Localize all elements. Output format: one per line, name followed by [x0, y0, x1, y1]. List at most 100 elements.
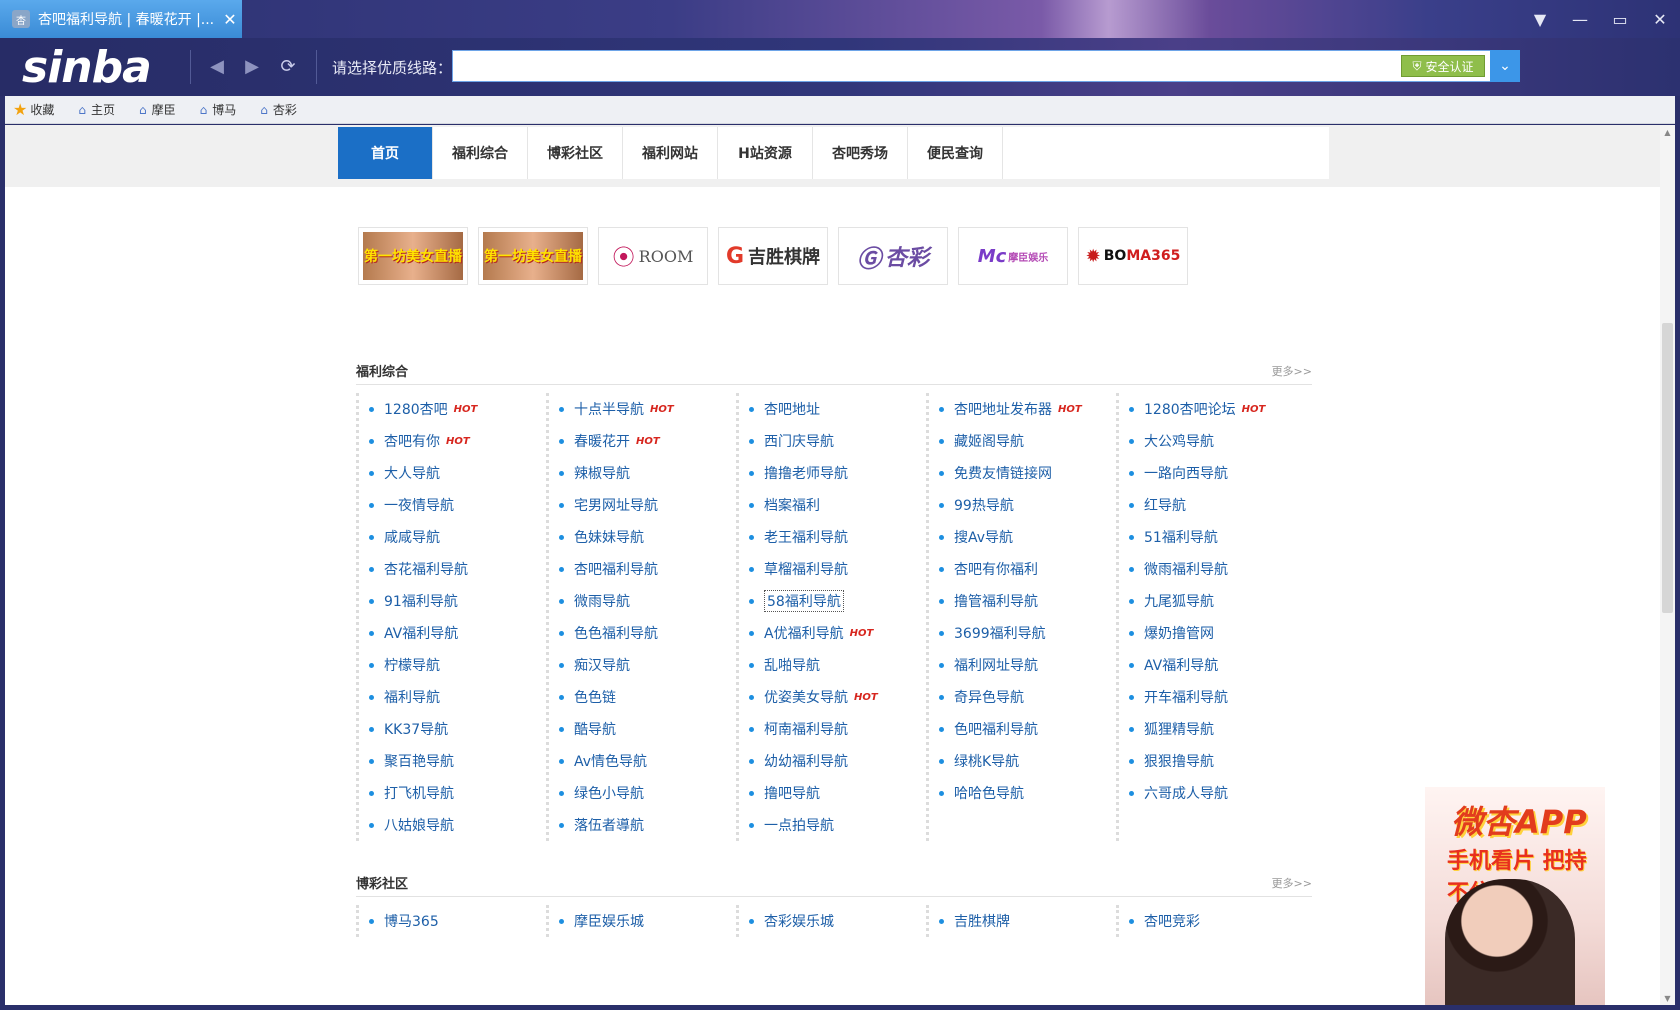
- nav-link[interactable]: 1280杏吧论坛 HOT: [1119, 393, 1306, 425]
- nav-link[interactable]: 咸咸导航: [359, 521, 546, 553]
- nav-tab-utility[interactable]: 便民查询: [908, 127, 1003, 179]
- nav-link[interactable]: 博马365: [359, 905, 546, 937]
- nav-link[interactable]: 吉胜棋牌: [929, 905, 1116, 937]
- nav-link[interactable]: 老王福利导航: [739, 521, 926, 553]
- nav-link[interactable]: 微雨导航: [549, 585, 736, 617]
- nav-link[interactable]: 六哥成人导航: [1119, 777, 1306, 809]
- nav-link[interactable]: 福利网址导航: [929, 649, 1116, 681]
- nav-link[interactable]: 柯南福利导航: [739, 713, 926, 745]
- nav-link[interactable]: 幼幼福利导航: [739, 745, 926, 777]
- more-link[interactable]: 更多>>: [1272, 875, 1312, 891]
- nav-link[interactable]: 撸撸老师导航: [739, 457, 926, 489]
- nav-link[interactable]: 大公鸡导航: [1119, 425, 1306, 457]
- nav-link[interactable]: KK37导航: [359, 713, 546, 745]
- nav-link[interactable]: 柠檬导航: [359, 649, 546, 681]
- nav-link[interactable]: 落伍者導航: [549, 809, 736, 841]
- nav-link[interactable]: AV福利导航: [359, 617, 546, 649]
- nav-tab-websites[interactable]: 福利网站: [623, 127, 718, 179]
- nav-tab-show[interactable]: 杏吧秀场: [813, 127, 908, 179]
- browser-tab-active[interactable]: 杏 杏吧福利导航 | 春暖花开 |... ✕: [0, 0, 242, 38]
- ad-room[interactable]: ⦿ ROOM: [598, 227, 708, 285]
- nav-link[interactable]: 乱啪导航: [739, 649, 926, 681]
- address-bar[interactable]: ⛨ 安全认证 ⌄: [452, 50, 1520, 82]
- nav-link[interactable]: 开车福利导航: [1119, 681, 1306, 713]
- ad-mochen[interactable]: Mc 摩臣娱乐: [958, 227, 1068, 285]
- ad-jisheng[interactable]: G 吉胜棋牌: [718, 227, 828, 285]
- nav-link[interactable]: 51福利导航: [1119, 521, 1306, 553]
- favorite-item-xingcai[interactable]: ⌂ 杏彩: [260, 101, 297, 118]
- nav-link[interactable]: 宅男网址导航: [549, 489, 736, 521]
- nav-link[interactable]: AV福利导航: [1119, 649, 1306, 681]
- nav-link[interactable]: 杏吧福利导航: [549, 553, 736, 585]
- menu-dropdown-icon[interactable]: ▼: [1520, 0, 1560, 38]
- nav-link[interactable]: 撸管福利导航: [929, 585, 1116, 617]
- nav-link[interactable]: 打飞机导航: [359, 777, 546, 809]
- vertical-scrollbar[interactable]: ▲ ▼: [1660, 125, 1675, 1005]
- nav-link[interactable]: 春暖花开 HOT: [549, 425, 736, 457]
- side-app-ad[interactable]: 微杏APP 手机看片 把持不住: [1425, 787, 1605, 1005]
- nav-link[interactable]: 杏彩娱乐城: [739, 905, 926, 937]
- nav-link[interactable]: 撸吧导航: [739, 777, 926, 809]
- ad-live-stream-1[interactable]: 第一坊美女直播: [358, 227, 468, 285]
- close-window-icon[interactable]: ✕: [1640, 0, 1680, 38]
- nav-link[interactable]: 福利导航: [359, 681, 546, 713]
- nav-link[interactable]: 藏姬阁导航: [929, 425, 1116, 457]
- nav-link[interactable]: 红导航: [1119, 489, 1306, 521]
- minimize-icon[interactable]: —: [1560, 0, 1600, 38]
- scroll-thumb[interactable]: [1662, 323, 1673, 613]
- nav-link[interactable]: 八姑娘导航: [359, 809, 546, 841]
- nav-link[interactable]: 狐狸精导航: [1119, 713, 1306, 745]
- nav-link[interactable]: 档案福利: [739, 489, 926, 521]
- forward-arrow-icon[interactable]: ▶: [238, 52, 266, 80]
- nav-link[interactable]: 绿色小导航: [549, 777, 736, 809]
- nav-link[interactable]: 西门庆导航: [739, 425, 926, 457]
- nav-link[interactable]: 91福利导航: [359, 585, 546, 617]
- nav-tab-welfare[interactable]: 福利综合: [433, 127, 528, 179]
- nav-link[interactable]: 大人导航: [359, 457, 546, 489]
- nav-link[interactable]: 色吧福利导航: [929, 713, 1116, 745]
- nav-link[interactable]: 免费友情链接网: [929, 457, 1116, 489]
- nav-link[interactable]: 狠狠撸导航: [1119, 745, 1306, 777]
- nav-link[interactable]: 十点半导航 HOT: [549, 393, 736, 425]
- nav-link[interactable]: 爆奶撸管网: [1119, 617, 1306, 649]
- nav-link[interactable]: 聚百艳导航: [359, 745, 546, 777]
- nav-link[interactable]: 1280杏吧 HOT: [359, 393, 546, 425]
- nav-link[interactable]: 杏吧有你福利: [929, 553, 1116, 585]
- nav-link[interactable]: 58福利导航: [739, 585, 926, 617]
- nav-link[interactable]: 一路向西导航: [1119, 457, 1306, 489]
- nav-link[interactable]: 绿桃K导航: [929, 745, 1116, 777]
- nav-link[interactable]: 摩臣娱乐城: [549, 905, 736, 937]
- nav-link[interactable]: 99热导航: [929, 489, 1116, 521]
- maximize-icon[interactable]: ▭: [1600, 0, 1640, 38]
- nav-link[interactable]: 奇异色导航: [929, 681, 1116, 713]
- tab-close-icon[interactable]: ✕: [218, 10, 242, 29]
- ad-live-stream-2[interactable]: 第一坊美女直播: [478, 227, 588, 285]
- favorite-item-boma[interactable]: ⌂ 博马: [200, 101, 237, 118]
- nav-link[interactable]: 草榴福利导航: [739, 553, 926, 585]
- address-dropdown-icon[interactable]: ⌄: [1490, 50, 1520, 82]
- nav-link[interactable]: 九尾狐导航: [1119, 585, 1306, 617]
- nav-tab-h-resources[interactable]: H站资源: [718, 127, 813, 179]
- nav-link[interactable]: 杏吧地址发布器 HOT: [929, 393, 1116, 425]
- nav-link[interactable]: 一点拍导航: [739, 809, 926, 841]
- nav-link[interactable]: 酷导航: [549, 713, 736, 745]
- nav-link[interactable]: 辣椒导航: [549, 457, 736, 489]
- nav-link[interactable]: 色妹妹导航: [549, 521, 736, 553]
- ad-xingcai[interactable]: Ⓖ 杏彩: [838, 227, 948, 285]
- nav-link[interactable]: 优姿美女导航 HOT: [739, 681, 926, 713]
- nav-link[interactable]: 杏吧有你 HOT: [359, 425, 546, 457]
- nav-link[interactable]: 哈哈色导航: [929, 777, 1116, 809]
- nav-link[interactable]: 搜Av导航: [929, 521, 1116, 553]
- nav-tab-home[interactable]: 首页: [338, 127, 433, 179]
- nav-link[interactable]: 3699福利导航: [929, 617, 1116, 649]
- nav-link[interactable]: 杏吧地址: [739, 393, 926, 425]
- scroll-up-icon[interactable]: ▲: [1660, 125, 1675, 139]
- favorite-item-home[interactable]: ⌂ 主页: [78, 101, 115, 118]
- nav-link[interactable]: 色色福利导航: [549, 617, 736, 649]
- nav-link[interactable]: 一夜情导航: [359, 489, 546, 521]
- secure-badge[interactable]: ⛨ 安全认证: [1401, 55, 1485, 77]
- back-arrow-icon[interactable]: ◀: [203, 52, 231, 80]
- favorites-collect[interactable]: ★ 收藏: [13, 100, 54, 119]
- refresh-icon[interactable]: ⟳: [274, 52, 302, 80]
- nav-link[interactable]: 痴汉导航: [549, 649, 736, 681]
